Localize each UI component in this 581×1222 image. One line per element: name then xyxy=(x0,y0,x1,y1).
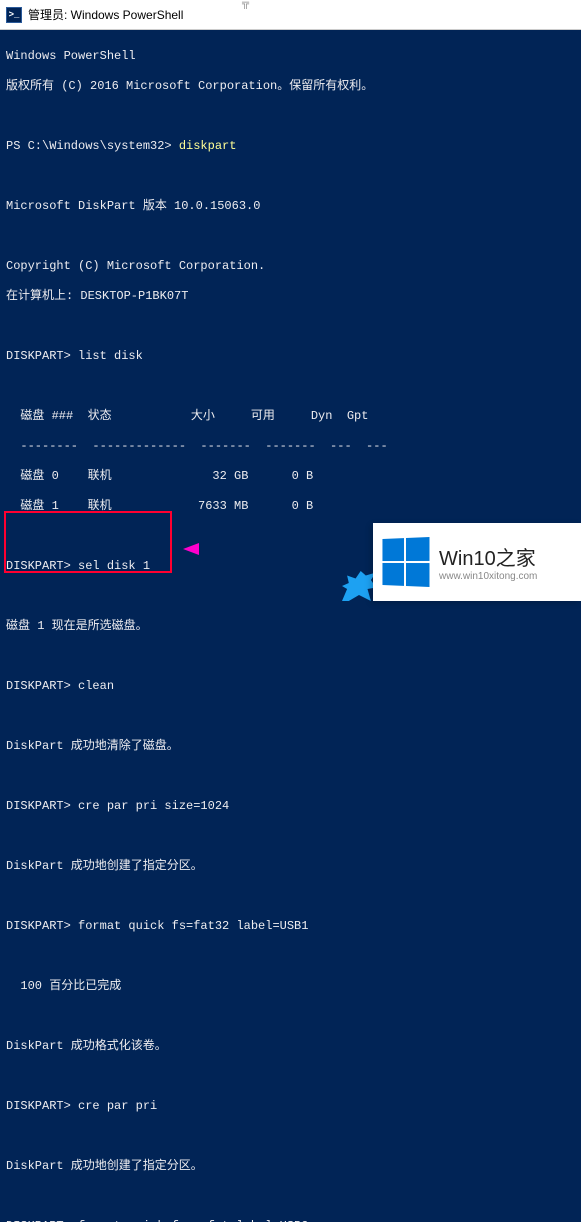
table-row: 磁盘 0 联机 32 GB 0 B xyxy=(6,469,575,484)
line: DiskPart 成功格式化该卷。 xyxy=(6,1039,575,1054)
line: DISKPART> cre par pri xyxy=(6,1099,575,1114)
blank-line xyxy=(6,229,575,244)
line: 磁盘 1 现在是所选磁盘。 xyxy=(6,619,575,634)
table-divider: -------- ------------- ------- ------- -… xyxy=(6,439,575,454)
line: DISKPART> cre par pri size=1024 xyxy=(6,799,575,814)
blank-line xyxy=(6,709,575,724)
blank-line xyxy=(6,1129,575,1144)
window-title: 管理员: Windows PowerShell xyxy=(28,6,183,23)
windows-logo-icon xyxy=(382,537,429,587)
blank-line xyxy=(6,889,575,904)
line: DiskPart 成功地清除了磁盘。 xyxy=(6,739,575,754)
line: Windows PowerShell xyxy=(6,49,575,64)
watermark-title: Win10之家 xyxy=(439,542,537,571)
blank-line xyxy=(6,1009,575,1024)
blank-line xyxy=(6,829,575,844)
line: 在计算机上: DESKTOP-P1BK07T xyxy=(6,289,575,304)
resize-handle-top: ╦ xyxy=(242,0,249,9)
blank-line xyxy=(6,649,575,664)
line: DiskPart 成功地创建了指定分区。 xyxy=(6,859,575,874)
blank-line xyxy=(6,379,575,394)
blank-line xyxy=(6,1189,575,1204)
line: DISKPART> clean xyxy=(6,679,575,694)
line: Microsoft DiskPart 版本 10.0.15063.0 xyxy=(6,199,575,214)
line: 版权所有 (C) 2016 Microsoft Corporation。保留所有… xyxy=(6,79,575,94)
table-header: 磁盘 ### 状态 大小 可用 Dyn Gpt xyxy=(6,409,575,424)
blank-line xyxy=(6,109,575,124)
watermark-badge: Win10之家 www.win10xitong.com xyxy=(373,523,581,601)
line: DISKPART> format quick fs=fat32 label=US… xyxy=(6,919,575,934)
blank-line xyxy=(6,319,575,334)
blank-line xyxy=(6,769,575,784)
watermark-url: www.win10xitong.com xyxy=(439,571,537,582)
blank-line xyxy=(6,1069,575,1084)
line: DISKPART> format quick fs=exfat label=US… xyxy=(6,1219,575,1222)
command-text: diskpart xyxy=(179,139,237,153)
line: DiskPart 成功地创建了指定分区。 xyxy=(6,1159,575,1174)
window-titlebar[interactable]: >_ 管理员: Windows PowerShell xyxy=(0,0,581,30)
blank-line xyxy=(6,169,575,184)
line: 100 百分比已完成 xyxy=(6,979,575,994)
prompt-line: PS C:\Windows\system32> diskpart xyxy=(6,139,575,154)
blank-line xyxy=(6,949,575,964)
line: DISKPART> list disk xyxy=(6,349,575,364)
line: Copyright (C) Microsoft Corporation. xyxy=(6,259,575,274)
table-row: 磁盘 1 联机 7633 MB 0 B xyxy=(6,499,575,514)
powershell-icon: >_ xyxy=(6,7,22,23)
terminal-output[interactable]: Windows PowerShell 版权所有 (C) 2016 Microso… xyxy=(0,30,581,1222)
